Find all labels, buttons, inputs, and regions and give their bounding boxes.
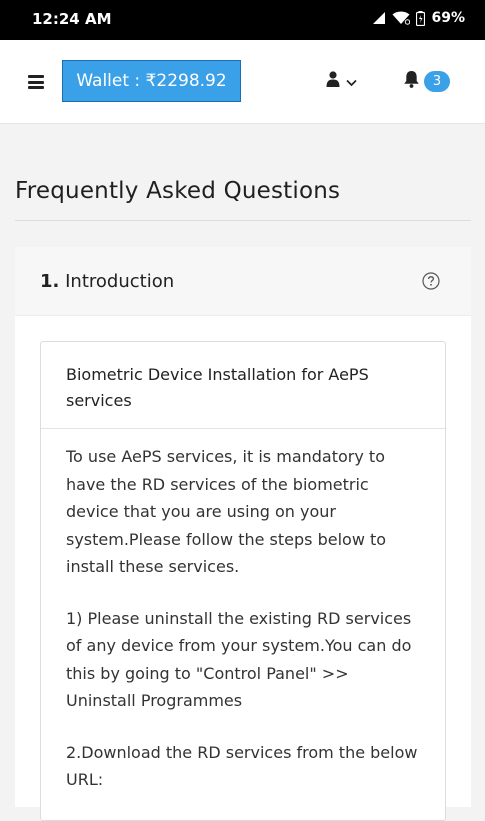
card-heading: Biometric Device Installation for AePS s…	[41, 342, 445, 429]
user-menu-dropdown[interactable]	[326, 71, 357, 91]
card-paragraph: 1) Please uninstall the existing RD serv…	[66, 608, 412, 711]
wifi-icon	[392, 11, 411, 25]
top-navbar: Wallet : ₹2298.92 3	[0, 40, 485, 124]
status-time: 12:24 AM	[32, 10, 112, 28]
menu-icon[interactable]	[28, 75, 44, 89]
notification-count-badge: 3	[424, 70, 450, 92]
notifications-button[interactable]: 3	[403, 70, 450, 92]
help-circle-icon[interactable]	[422, 272, 440, 290]
accordion-title: 1. Introduction	[40, 271, 174, 292]
page-title: Frequently Asked Questions	[15, 178, 341, 204]
card-paragraph: 2.Download the RD services from the belo…	[66, 742, 418, 790]
status-bar: 12:24 AM 69%	[0, 0, 485, 40]
accordion-header-introduction[interactable]: 1. Introduction	[15, 247, 471, 316]
user-icon	[326, 71, 340, 91]
faq-card: Biometric Device Installation for AePS s…	[40, 341, 446, 821]
bell-icon	[403, 70, 420, 92]
title-divider	[15, 220, 471, 221]
status-icons: 69%	[372, 10, 465, 26]
card-paragraph: To use AePS services, it is mandatory to…	[66, 447, 387, 576]
wallet-button[interactable]: Wallet : ₹2298.92	[62, 60, 241, 102]
chevron-down-icon	[346, 72, 357, 91]
accordion-title-text: Introduction	[65, 271, 175, 292]
signal-icon	[372, 11, 386, 25]
battery-percent: 69%	[431, 10, 465, 26]
accordion-number: 1.	[40, 271, 60, 292]
card-body: To use AePS services, it is mandatory to…	[41, 429, 445, 794]
battery-icon	[416, 10, 426, 26]
faq-accordion: 1. Introduction Biometric Device Install…	[15, 247, 471, 821]
